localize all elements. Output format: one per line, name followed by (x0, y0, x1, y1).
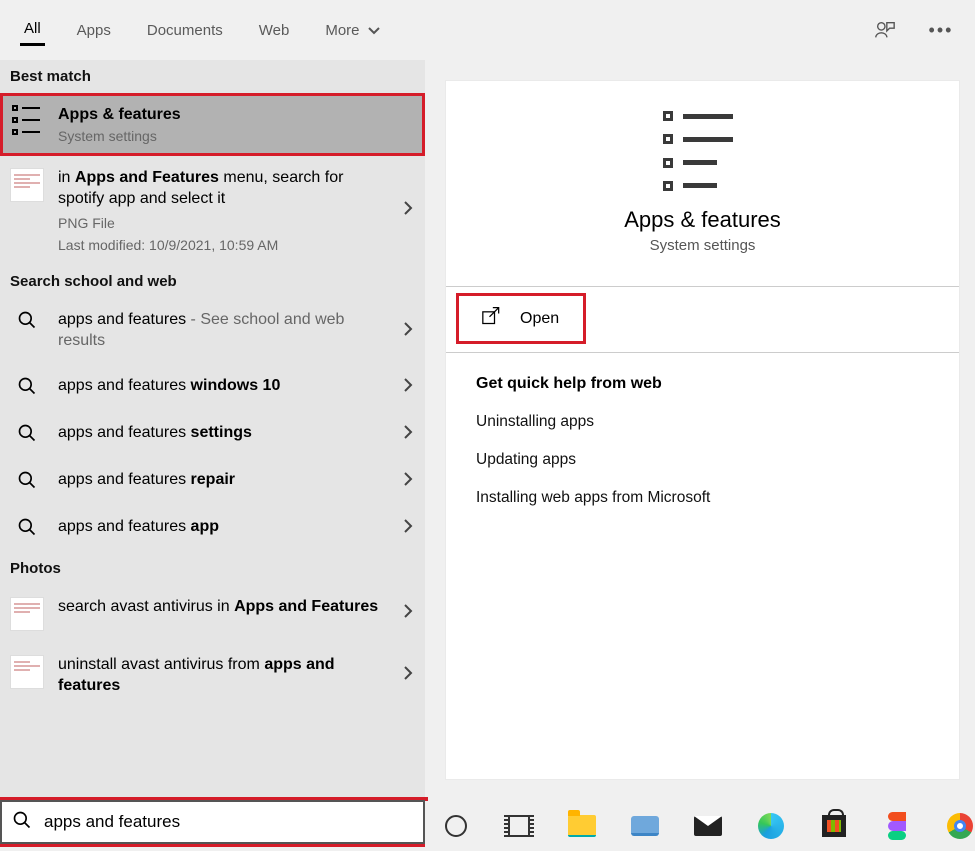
help-link-uninstalling[interactable]: Uninstalling apps (446, 403, 959, 441)
file-explorer-icon[interactable] (566, 810, 597, 842)
figma-icon[interactable] (881, 810, 912, 842)
onscreen-keyboard-icon[interactable] (629, 810, 660, 842)
cortana-icon[interactable] (440, 810, 471, 842)
preview-title: Apps & features (456, 207, 949, 233)
chevron-right-icon (403, 517, 413, 540)
help-title: Get quick help from web (446, 353, 959, 403)
result-png-file[interactable]: in Apps and Features menu, search for sp… (0, 156, 425, 266)
photo-thumbnail-icon (10, 655, 44, 689)
tab-more[interactable]: More (321, 16, 383, 45)
result-photo-1[interactable]: search avast antivirus in Apps and Featu… (0, 585, 425, 643)
search-input[interactable] (42, 811, 413, 833)
tab-documents[interactable]: Documents (143, 16, 227, 45)
photo-thumbnail-icon (10, 597, 44, 631)
result-web-repair[interactable]: apps and features repair (0, 458, 425, 505)
result-web-text: apps and features windows 10 (58, 376, 389, 397)
result-web-base[interactable]: apps and features - See school and web r… (0, 298, 425, 364)
result-web-settings[interactable]: apps and features settings (0, 411, 425, 458)
chevron-right-icon (403, 470, 413, 493)
search-icon (10, 470, 44, 490)
help-link-updating[interactable]: Updating apps (446, 441, 959, 479)
apps-features-icon (10, 105, 44, 135)
open-button[interactable]: Open (456, 293, 586, 344)
search-input-container[interactable] (0, 800, 425, 844)
taskbar (425, 801, 975, 851)
chevron-right-icon (403, 602, 413, 625)
result-photo-2[interactable]: uninstall avast antivirus from apps and … (0, 643, 425, 709)
result-web-app[interactable]: apps and features app (0, 505, 425, 552)
chevron-down-icon (368, 22, 380, 39)
task-view-icon[interactable] (503, 810, 534, 842)
search-icon (10, 423, 44, 443)
chevron-right-icon (403, 423, 413, 446)
search-results-panel: Best match Apps & features System settin… (0, 60, 425, 801)
result-title: Apps & features (58, 105, 413, 126)
tab-more-label: More (325, 22, 359, 39)
section-photos: Photos (0, 552, 425, 585)
chevron-right-icon (403, 376, 413, 399)
result-web-text: apps and features repair (58, 470, 389, 491)
open-icon (482, 307, 502, 330)
tab-apps[interactable]: Apps (73, 16, 115, 45)
chevron-right-icon (403, 199, 413, 222)
result-subtitle: System settings (58, 128, 413, 144)
apps-features-large-icon (663, 111, 743, 191)
chrome-icon[interactable] (944, 810, 975, 842)
result-file-type: PNG File (58, 215, 389, 231)
result-web-text: apps and features - See school and web r… (58, 310, 389, 352)
search-icon (10, 376, 44, 396)
chevron-right-icon (403, 664, 413, 687)
search-icon (10, 310, 44, 330)
file-thumbnail-icon (10, 168, 44, 202)
help-link-installing-web[interactable]: Installing web apps from Microsoft (446, 479, 959, 517)
section-search-web: Search school and web (0, 265, 425, 298)
microsoft-store-icon[interactable] (818, 810, 849, 842)
search-icon (12, 810, 32, 834)
result-photo-text: search avast antivirus in Apps and Featu… (58, 597, 389, 618)
search-icon (10, 517, 44, 537)
chevron-right-icon (403, 320, 413, 343)
feedback-icon[interactable] (871, 16, 899, 44)
search-filter-tabs: All Apps Documents Web More ••• (0, 0, 975, 60)
result-web-text: apps and features settings (58, 423, 389, 444)
result-apps-and-features[interactable]: Apps & features System settings (0, 93, 425, 156)
result-photo-text: uninstall avast antivirus from apps and … (58, 655, 389, 697)
result-web-text: apps and features app (58, 517, 389, 538)
edge-icon[interactable] (755, 810, 786, 842)
mail-icon[interactable] (692, 810, 723, 842)
tab-all[interactable]: All (20, 14, 45, 46)
more-options-icon[interactable]: ••• (927, 16, 955, 44)
result-file-modified: Last modified: 10/9/2021, 10:59 AM (58, 237, 389, 253)
result-file-title: in Apps and Features menu, search for sp… (58, 168, 389, 210)
preview-panel: Apps & features System settings Open Get… (445, 80, 960, 780)
preview-subtitle: System settings (456, 237, 949, 254)
tab-web[interactable]: Web (255, 16, 294, 45)
open-label: Open (520, 310, 559, 328)
section-best-match: Best match (0, 60, 425, 93)
result-web-windows10[interactable]: apps and features windows 10 (0, 364, 425, 411)
